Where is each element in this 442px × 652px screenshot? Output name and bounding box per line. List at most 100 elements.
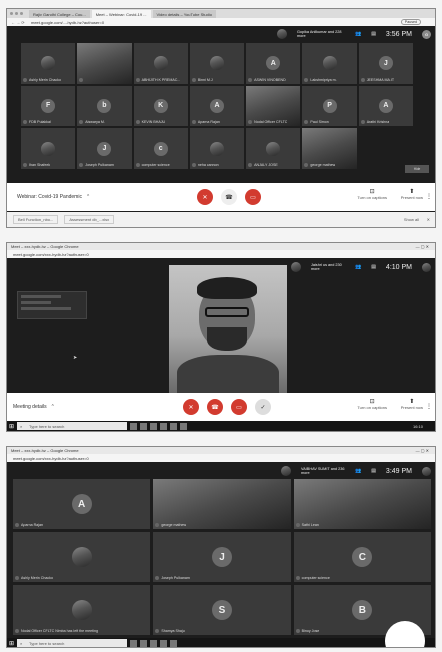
download-item[interactable]: Bell Function_nbo...	[13, 215, 59, 224]
start-icon[interactable]: ⊞	[9, 640, 14, 647]
taskbar-app-icon[interactable]	[130, 422, 138, 430]
mic-off-button[interactable]: ✕	[183, 399, 199, 415]
participant-tile[interactable]: A Arathi Krishna	[358, 85, 413, 127]
participant-tile[interactable]: Ihan Shafeek	[21, 128, 76, 169]
present-control[interactable]: ⬆ Present now	[401, 398, 423, 410]
address-bar[interactable]: ← → ⟳ meet.google.com/...-hydb-hz?authus…	[7, 18, 435, 26]
browser-tab[interactable]: Video details – YouTube Studio	[152, 10, 216, 18]
participant-tile[interactable]: J Joseph Pulkanam	[153, 532, 291, 582]
present-control[interactable]: ⬆ Present now	[401, 188, 423, 200]
address-url[interactable]: meet.google.com/...-hydb-hz?authuser=0	[31, 20, 104, 25]
taskbar-search[interactable]: ⌕ Type here to search	[17, 639, 128, 647]
participant-tile[interactable]: K KEVIN BHAJU	[133, 85, 188, 127]
participant-tile[interactable]: S Shamya Shaju	[153, 585, 291, 635]
captions-control[interactable]: ⊡ Turn on captions	[357, 188, 387, 200]
end-call-button[interactable]: ☎	[207, 399, 223, 415]
present-label[interactable]: Present now	[401, 195, 423, 200]
participant-tile[interactable]: J JEESHMA MA.IT	[358, 43, 413, 84]
participant-tile[interactable]: ABHIJITH K PREMAC...	[133, 43, 188, 84]
participant-tile[interactable]: J Joseph Pulkanam	[77, 128, 132, 169]
present-icon[interactable]: ⬆	[401, 398, 423, 405]
address-bar[interactable]: meet.google.com/xxx-hydb-hz?authuser=0	[7, 250, 435, 258]
more-options-icon[interactable]: ⋮	[426, 403, 432, 410]
participant-tile[interactable]: Ccomputer science	[293, 532, 431, 582]
taskbar-app-icon[interactable]	[170, 422, 178, 430]
taskbar-clock[interactable]: 16:10	[413, 424, 423, 429]
participants-icon[interactable]: 👥	[355, 468, 361, 474]
participant-tile[interactable]: Binni M.J	[189, 43, 245, 84]
user-avatar[interactable]	[422, 262, 431, 272]
close-icon[interactable]: ✕	[427, 217, 430, 222]
taskbar-app-icon[interactable]	[180, 422, 188, 430]
taskbar-app-icon[interactable]	[160, 639, 168, 647]
address-bar[interactable]: meet.google.com/xxx-hydb-hz?authuser=0	[7, 454, 435, 462]
taskbar-app-icon[interactable]	[140, 639, 148, 647]
participant-tile[interactable]: Lakshmipriya m.	[302, 43, 357, 84]
taskbar-app-icon[interactable]	[130, 639, 138, 647]
participant-tile[interactable]: A ASWIN VINOBEND	[246, 43, 301, 84]
camera-off-button[interactable]: ▭	[245, 189, 261, 205]
taskbar-search[interactable]: ⌕ Type here to search	[17, 422, 128, 430]
participant-tile[interactable]	[77, 43, 132, 84]
paused-badge[interactable]: Paused	[400, 19, 421, 25]
participant-tile[interactable]: Nodal Officer CFLTC	[246, 85, 301, 127]
hide-self-view[interactable]: Hide	[405, 165, 429, 173]
taskbar-app-icon[interactable]	[150, 639, 158, 647]
participant-name: george mathew	[155, 523, 186, 527]
participant-tile[interactable]: george mathew	[302, 128, 357, 169]
participant-tile[interactable]: A Aparna Rajan	[13, 479, 151, 529]
participant-tile[interactable]: A Aparna Rajan	[189, 85, 245, 127]
present-icon[interactable]: ⬆	[401, 188, 423, 195]
participant-avatar: A	[71, 494, 92, 514]
participants-icon[interactable]: 👥	[355, 264, 361, 270]
participant-tile[interactable]: Ashly Merin Chacko	[13, 532, 151, 582]
mic-muted-icon	[155, 629, 160, 633]
self-preview-thumbnail[interactable]	[17, 291, 87, 319]
mic-off-button[interactable]: ✕	[197, 189, 213, 205]
captions-label[interactable]: Turn on captions	[357, 195, 387, 200]
window-controls-icon[interactable]: — ▢ ✕	[416, 244, 429, 249]
captions-label[interactable]: Turn on captions	[357, 405, 387, 410]
address-url[interactable]: meet.google.com/xxx-hydb-hz?authuser=0	[13, 456, 89, 461]
participant-tile[interactable]: c computer science	[133, 128, 188, 169]
participant-tile[interactable]: P Paul Simon	[302, 85, 357, 127]
more-options-icon[interactable]: ⋮	[426, 193, 432, 200]
taskbar-app-icon[interactable]	[170, 639, 178, 647]
present-label[interactable]: Present now	[401, 405, 423, 410]
user-avatar[interactable]	[422, 466, 431, 476]
taskbar-app-icon[interactable]	[150, 422, 158, 430]
chevron-up-icon[interactable]: ⌃	[51, 404, 55, 410]
nav-arrows-icon[interactable]: ← → ⟳	[11, 20, 25, 25]
camera-off-button[interactable]: ▭	[231, 399, 247, 415]
start-icon[interactable]: ⊞	[9, 423, 14, 430]
user-avatar[interactable]: G	[422, 29, 431, 39]
chat-icon[interactable]: ▤	[371, 31, 376, 37]
participants-icon[interactable]: 👥	[355, 31, 361, 37]
participant-tile[interactable]: F FDB Pulakkal	[21, 85, 76, 127]
show-all-link[interactable]: Show all	[404, 217, 419, 222]
captions-icon[interactable]: ⊡	[357, 188, 387, 195]
participant-tile[interactable]: b Aiswarya M.	[77, 85, 132, 127]
taskbar-app-icon[interactable]	[160, 422, 168, 430]
taskbar-app-icon[interactable]	[140, 422, 148, 430]
meeting-details-label[interactable]: Meeting details	[13, 404, 47, 410]
browser-tab[interactable]: Rajiv Gandhi College – Cou...	[29, 10, 90, 18]
captions-icon[interactable]: ⊡	[357, 398, 387, 405]
raise-hand-button[interactable]: ✓	[255, 399, 271, 415]
participant-tile[interactable]: Sathi Lean	[293, 479, 431, 529]
chat-icon[interactable]: ▤	[371, 468, 376, 474]
download-item[interactable]: Assessment db_...xlsx	[64, 215, 115, 224]
captions-control[interactable]: ⊡ Turn on captions	[357, 398, 387, 410]
address-url[interactable]: meet.google.com/xxx-hydb-hz?authuser=0	[13, 252, 89, 257]
window-controls-icon[interactable]: — ▢ ✕	[416, 448, 429, 453]
participant-tile[interactable]: Nodal Officer CFLTC Nimba has left the m…	[13, 585, 151, 635]
participant-tile[interactable]: neha cannon	[189, 128, 245, 169]
meeting-title[interactable]: Webinar: Covid-19 Pandemic	[17, 194, 82, 200]
participant-tile[interactable]: Ashly Merin Chacko	[21, 43, 76, 84]
chevron-up-icon[interactable]: ⌃	[86, 194, 90, 200]
participant-tile[interactable]: ANJALY JOSE	[246, 128, 301, 169]
chat-icon[interactable]: ▤	[371, 264, 376, 270]
end-call-button[interactable]: ☎	[221, 189, 237, 205]
participant-tile[interactable]: george mathew	[153, 479, 291, 529]
browser-tab-active[interactable]: Meet – Webinar: Covid-19 ...	[91, 10, 151, 18]
